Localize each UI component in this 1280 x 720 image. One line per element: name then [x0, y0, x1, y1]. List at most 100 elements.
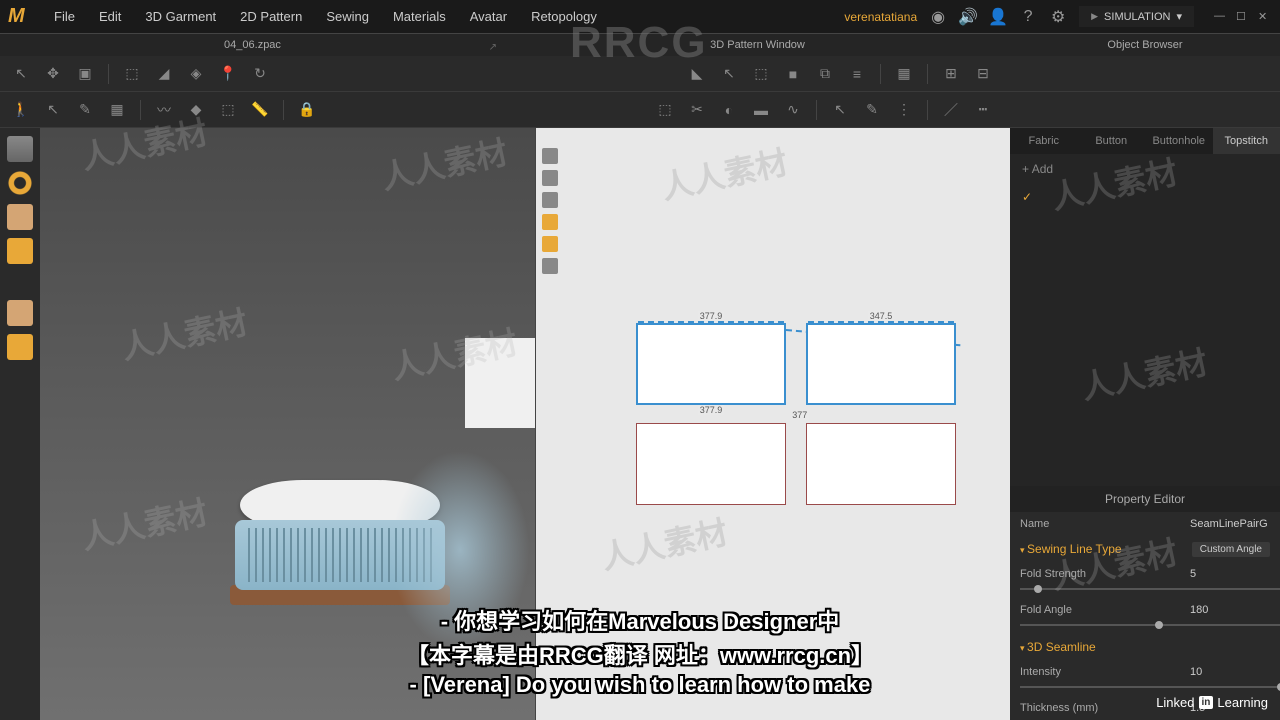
pattern-piece-3[interactable]: 377 — [636, 423, 786, 505]
trace-tool-icon[interactable]: ◐ — [716, 97, 742, 123]
brush-tool-icon[interactable]: ✎ — [72, 97, 98, 123]
popout-icon[interactable]: ↗ — [489, 42, 497, 53]
item-check-icon[interactable]: ✓ — [1010, 184, 1280, 210]
tab-buttonhole[interactable]: Buttonhole — [1145, 128, 1213, 154]
fold-angle-value[interactable]: 180 — [1190, 604, 1270, 616]
settings-icon[interactable]: ⚙ — [1049, 8, 1067, 26]
mini-tool-5[interactable] — [542, 236, 558, 252]
tack-tool-icon[interactable]: ◈ — [183, 61, 209, 87]
dimension-bottom: 377.9 — [698, 405, 725, 415]
mini-tool-4[interactable] — [542, 214, 558, 230]
mesh-tool-icon[interactable]: ▦ — [104, 97, 130, 123]
layers-tool-icon[interactable]: ≡ — [844, 61, 870, 87]
seam-tool-icon[interactable]: 〰 — [151, 97, 177, 123]
menu-file[interactable]: File — [44, 5, 85, 28]
pointer-tool-icon[interactable]: ↖ — [40, 97, 66, 123]
distribute-tool-icon[interactable]: ⊟ — [970, 61, 996, 87]
user-icon[interactable]: 👤 — [989, 8, 1007, 26]
refresh-tool-icon[interactable]: ↻ — [247, 61, 273, 87]
menu-2d-pattern[interactable]: 2D Pattern — [230, 5, 312, 28]
pattern-piece-1[interactable]: 377.9 377.9 — [636, 323, 786, 405]
fold-strength-value[interactable]: 5 — [1190, 568, 1270, 580]
pattern-piece-2[interactable]: 347.5 — [806, 323, 956, 405]
measure-tool-icon[interactable]: 📏 — [247, 97, 273, 123]
menu-3d-garment[interactable]: 3D Garment — [135, 5, 226, 28]
sewing-line-type-section[interactable]: Sewing Line Type Custom Angle — [1010, 536, 1280, 562]
3d-pillow-object[interactable] — [220, 480, 460, 620]
align-tool-icon[interactable]: ⊞ — [938, 61, 964, 87]
grid-tool-icon[interactable]: ▦ — [891, 61, 917, 87]
sync-icon[interactable]: ◉ — [929, 8, 947, 26]
main-area: 377.9 377.9 347.5 377 Fabric Button Butt… — [0, 128, 1280, 720]
fold-angle-slider[interactable] — [1020, 624, 1280, 626]
menu-avatar[interactable]: Avatar — [460, 5, 517, 28]
fabric-tool-icon[interactable] — [7, 238, 33, 264]
dimension-top: 377.9 — [698, 311, 725, 321]
shape-tool-icon[interactable]: ◣ — [684, 61, 710, 87]
avatar-side-icon[interactable] — [7, 204, 33, 230]
pose-tool-icon[interactable] — [7, 300, 33, 326]
fold-tool-icon[interactable]: ◢ — [151, 61, 177, 87]
help-icon[interactable]: ? — [1019, 8, 1037, 26]
intensity-label: Intensity — [1020, 666, 1190, 678]
free-tool-icon[interactable]: ✎ — [859, 97, 885, 123]
window-title-label: 3D Pattern Window — [505, 39, 1010, 51]
curve-tool-icon[interactable]: ∿ — [780, 97, 806, 123]
menu-materials[interactable]: Materials — [383, 5, 456, 28]
copy-tool-icon[interactable]: ⧉ — [812, 61, 838, 87]
close-icon[interactable]: ✕ — [1258, 10, 1272, 24]
move-tool-icon[interactable]: ✥ — [40, 61, 66, 87]
sound-icon[interactable]: 🔊 — [959, 8, 977, 26]
window-controls: — ☐ ✕ — [1214, 10, 1272, 24]
edit-tool-icon[interactable]: ↖ — [716, 61, 742, 87]
tab-fabric[interactable]: Fabric — [1010, 128, 1078, 154]
3d-seamline-section[interactable]: 3D Seamline — [1010, 634, 1280, 660]
3d-viewport[interactable] — [40, 128, 535, 720]
select-box-icon[interactable]: ▣ — [72, 61, 98, 87]
dash-tool-icon[interactable]: ┅ — [970, 97, 996, 123]
arrange-tool-icon[interactable]: ⬚ — [119, 61, 145, 87]
notch-tool-icon[interactable]: ⋮ — [891, 97, 917, 123]
segment-tool-icon[interactable]: ↖ — [827, 97, 853, 123]
dimension-right-top: 347.5 — [868, 311, 895, 321]
tab-topstitch[interactable]: Topstitch — [1213, 128, 1280, 154]
menu-sewing[interactable]: Sewing — [316, 5, 379, 28]
hem-tool-icon[interactable]: ⬚ — [652, 97, 678, 123]
simulation-button[interactable]: SIMULATION ▾ — [1079, 6, 1194, 27]
garment-tool-icon[interactable] — [7, 136, 33, 162]
tab-button[interactable]: Button — [1078, 128, 1146, 154]
custom-angle-button[interactable]: Custom Angle — [1192, 542, 1270, 557]
mini-tool-1[interactable] — [542, 148, 558, 164]
iron-tool-icon[interactable]: ▬ — [748, 97, 774, 123]
maximize-icon[interactable]: ☐ — [1236, 10, 1250, 24]
rect-tool-icon[interactable]: ■ — [780, 61, 806, 87]
property-editor-title: Property Editor — [1010, 486, 1280, 512]
cut-tool-icon[interactable]: ✂ — [684, 97, 710, 123]
intensity-slider[interactable] — [1020, 686, 1280, 688]
menu-retopology[interactable]: Retopology — [521, 5, 607, 28]
line-tool-icon[interactable]: ／ — [938, 97, 964, 123]
mini-tool-2[interactable] — [542, 170, 558, 186]
minimize-icon[interactable]: — — [1214, 10, 1228, 24]
intensity-value[interactable]: 10 — [1190, 666, 1270, 678]
dart-tool-icon[interactable]: ◆ — [183, 97, 209, 123]
fold-strength-slider[interactable] — [1020, 588, 1280, 590]
name-value[interactable]: SeamLinePairG — [1190, 518, 1270, 530]
menu-edit[interactable]: Edit — [89, 5, 131, 28]
toolbar-row-2: 🚶 ↖ ✎ ▦ 〰 ◆ ⬚ 📏 🔒 ⬚ ✂ ◐ ▬ ∿ ↖ ✎ ⋮ ／ ┅ — [0, 92, 1280, 128]
texture-tool-icon[interactable]: ⬚ — [215, 97, 241, 123]
2d-mini-toolbar — [542, 148, 558, 274]
2d-pattern-viewport[interactable]: 377.9 377.9 347.5 377 — [535, 128, 1010, 720]
avatar-tool-icon[interactable]: 🚶 — [8, 97, 34, 123]
add-button[interactable]: Add — [1010, 154, 1280, 184]
accessory-tool-icon[interactable] — [7, 334, 33, 360]
arrangement-tool-icon[interactable] — [7, 170, 33, 196]
mini-tool-6[interactable] — [542, 258, 558, 274]
pattern-piece-4[interactable] — [806, 423, 956, 505]
username-label: verenatatiana — [844, 10, 917, 24]
pin-tool-icon[interactable]: 📍 — [215, 61, 241, 87]
mini-tool-3[interactable] — [542, 192, 558, 208]
select-tool-icon[interactable]: ↖ — [8, 61, 34, 87]
add-point-icon[interactable]: ⬚ — [748, 61, 774, 87]
lock-tool-icon[interactable]: 🔒 — [294, 97, 320, 123]
